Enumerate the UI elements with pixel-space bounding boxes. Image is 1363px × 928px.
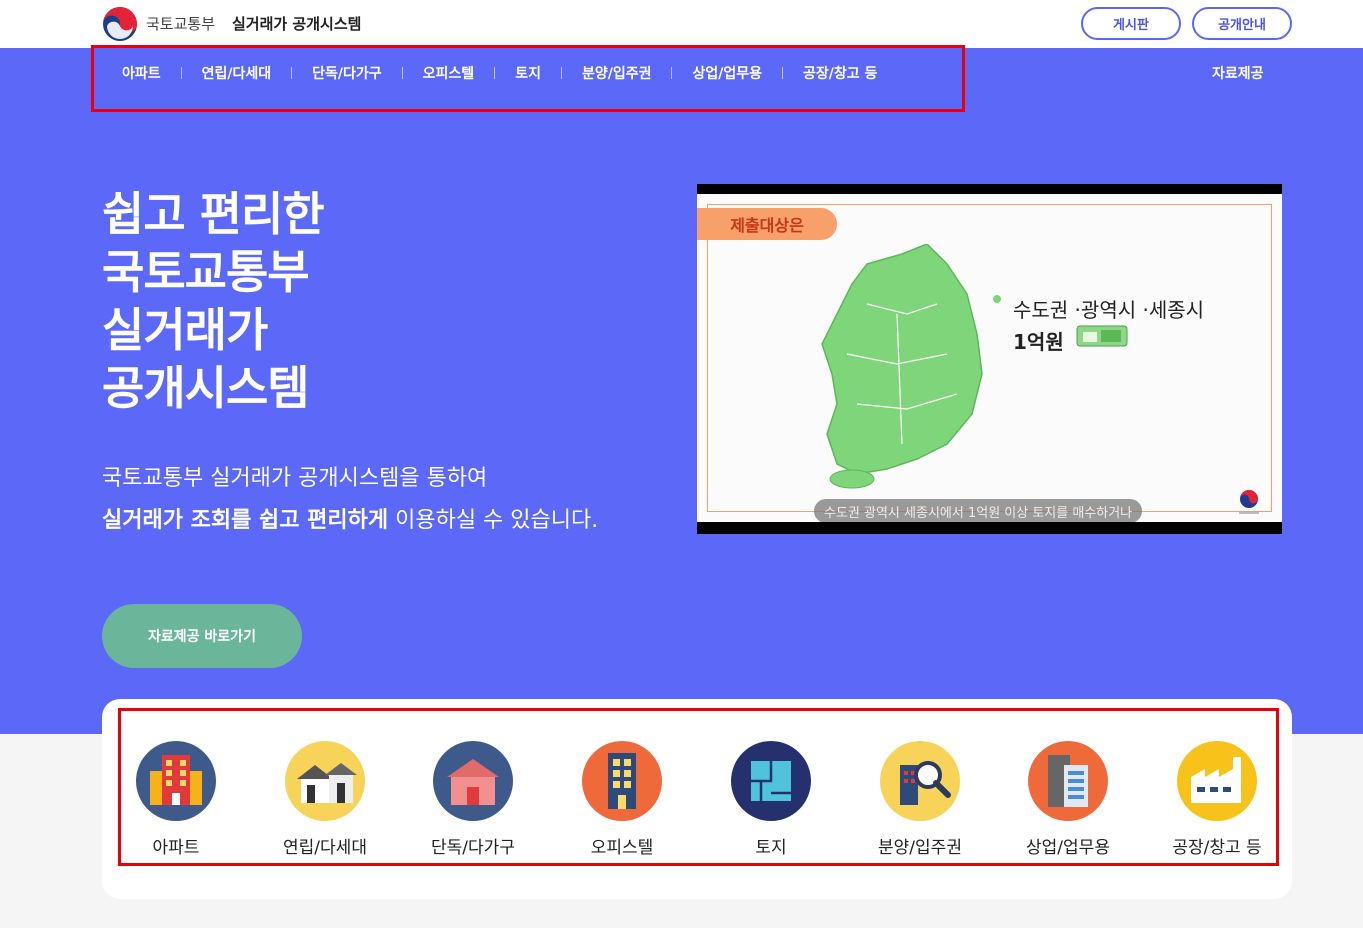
category-label: 아파트: [152, 838, 200, 858]
hero-title-line: 실거래가: [102, 303, 268, 357]
nav-item-factory[interactable]: 공장/창고 등: [783, 63, 897, 83]
row-house-icon: [285, 741, 365, 821]
main-nav: 아파트 연립/다세대 단독/다가구 오피스텔 토지 분양/입주권 상업/업무용 …: [102, 60, 897, 86]
category-label: 연립/다세대: [283, 838, 367, 858]
top-header: 국토교통부 실거래가 공개시스템 게시판 공개안내: [0, 0, 1363, 48]
nav-item-officetel[interactable]: 오피스텔: [403, 63, 495, 83]
data-provision-cta-button[interactable]: 자료제공 바로가기: [102, 604, 302, 668]
nav-item-presale[interactable]: 분양/입주권: [562, 63, 672, 83]
factory-icon: [1177, 741, 1257, 821]
officetel-icon: [582, 741, 662, 821]
category-label: 상업/업무용: [1026, 838, 1110, 858]
system-name[interactable]: 실거래가 공개시스템: [232, 13, 361, 34]
money-stack-icon: [1076, 325, 1128, 347]
video-frame: 제출대상은 수도권 ·광역시 ·세종시 1억원 수도권 광역시 세종시에서 1억…: [697, 194, 1282, 522]
nav-item-land[interactable]: 토지: [495, 63, 561, 83]
promo-video[interactable]: 제출대상은 수도권 ·광역시 ·세종시 1억원 수도권 광역시 세종시에서 1억…: [697, 184, 1282, 534]
nav-item-data-provision[interactable]: 자료제공: [1212, 63, 1264, 83]
category-presale[interactable]: 분양/입주권: [850, 741, 990, 858]
board-button[interactable]: 게시판: [1081, 7, 1181, 40]
apartment-icon: [136, 741, 216, 821]
category-label: 분양/입주권: [878, 838, 962, 858]
video-tag: 제출대상은: [697, 208, 837, 240]
commercial-building-icon: [1028, 741, 1108, 821]
category-commercial[interactable]: 상업/업무용: [998, 741, 1138, 858]
category-label: 토지: [755, 838, 787, 858]
category-label: 오피스텔: [590, 838, 654, 858]
org-name: 국토교통부: [146, 15, 216, 33]
category-officetel[interactable]: 오피스텔: [552, 741, 692, 858]
nav-item-detached-house[interactable]: 단독/다가구: [292, 63, 402, 83]
category-row-house[interactable]: 연립/다세대: [255, 741, 395, 858]
nav-item-commercial[interactable]: 상업/업무용: [672, 63, 782, 83]
video-subtitle: 수도권 광역시 세종시에서 1억원 이상 토지를 매수하거나: [814, 499, 1143, 522]
category-land[interactable]: 토지: [701, 741, 841, 858]
category-label: 단독/다가구: [431, 838, 515, 858]
land-icon: [731, 741, 811, 821]
presale-search-icon: [880, 741, 960, 821]
disclosure-guide-button[interactable]: 공개안내: [1192, 7, 1292, 40]
korea-map-icon: [821, 244, 1001, 489]
nav-item-apartment[interactable]: 아파트: [102, 63, 181, 83]
hero-title-line: 국토교통부: [102, 245, 310, 299]
hero-title-line: 쉽고 편리한: [102, 187, 325, 241]
category-detached-house[interactable]: 단독/다가구: [403, 741, 543, 858]
hero-description-bold: 실거래가 조회를 쉽고 편리하게: [102, 508, 389, 533]
category-label: 공장/창고 등: [1172, 838, 1262, 858]
nav-item-row-house[interactable]: 연립/다세대: [182, 63, 292, 83]
hero-description-line1: 국토교통부 실거래가 공개시스템을 통하여: [102, 466, 488, 491]
hero-title-line: 공개시스템: [102, 361, 310, 415]
hero-description-rest: 이용하실 수 있습니다.: [388, 508, 599, 533]
category-apartment[interactable]: 아파트: [106, 741, 246, 858]
ministry-logo-icon: [1239, 490, 1259, 514]
government-logo-icon[interactable]: [102, 6, 138, 42]
category-factory[interactable]: 공장/창고 등: [1147, 741, 1287, 858]
hero-description-line2: 실거래가 조회를 쉽고 편리하게 이용하실 수 있습니다.: [102, 502, 598, 534]
video-text-amount: 1억원: [1013, 330, 1064, 354]
detached-house-icon: [433, 741, 513, 821]
hero-title: 쉽고 편리한 국토교통부 실거래가 공개시스템: [102, 185, 325, 417]
